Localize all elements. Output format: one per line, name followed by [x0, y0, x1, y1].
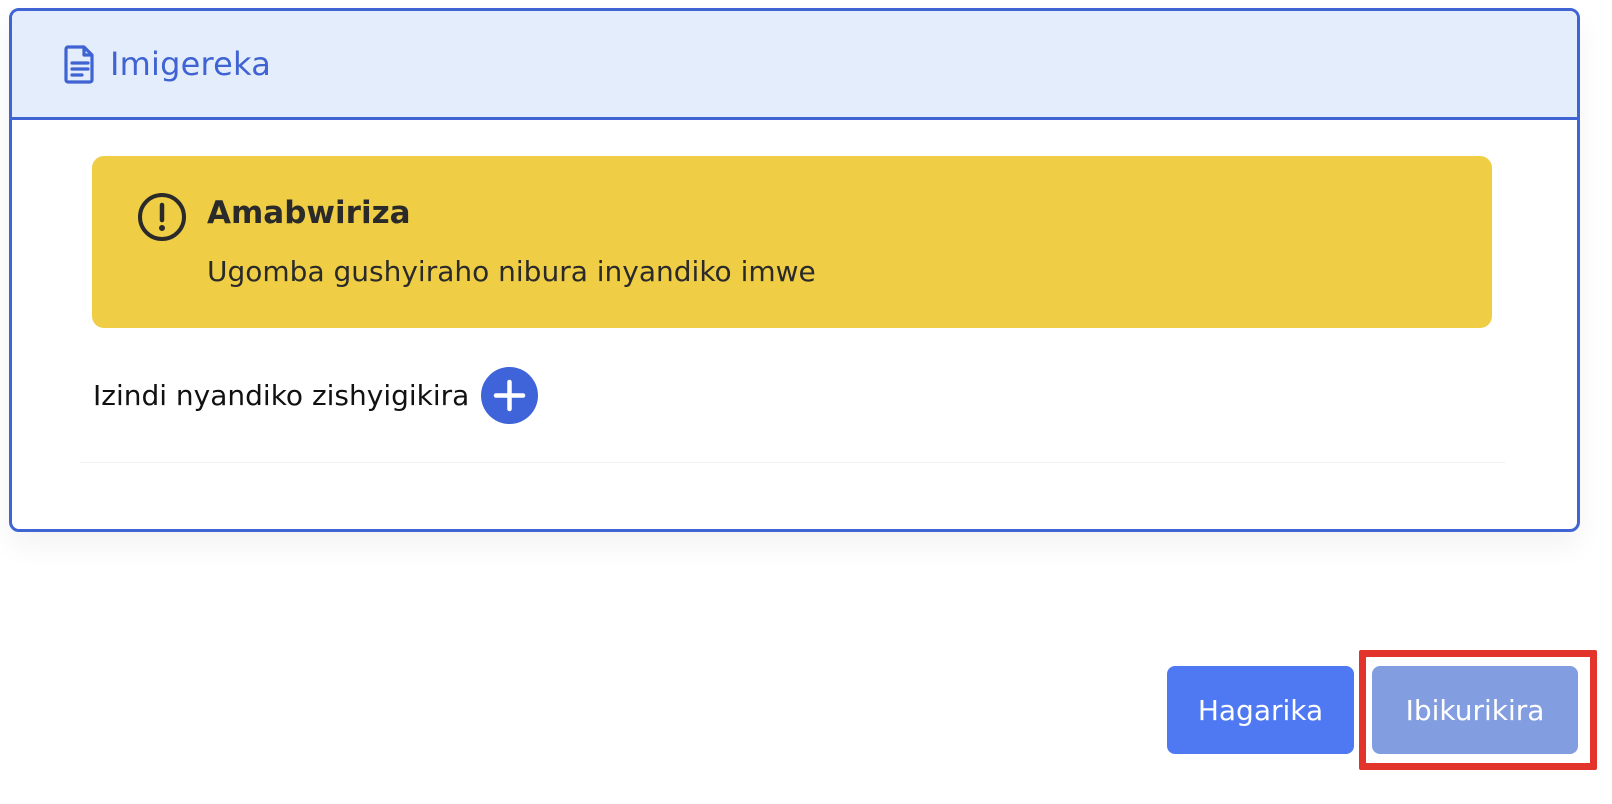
next-button[interactable]: Ibikurikira: [1372, 666, 1578, 754]
alert-title: Amabwiriza: [207, 195, 411, 231]
attachments-panel: Imigereka Amabwiriza Ugomba gushyiraho n…: [9, 8, 1580, 532]
instructions-alert: Amabwiriza Ugomba gushyiraho nibura inya…: [92, 156, 1492, 328]
panel-title: Imigereka: [110, 45, 272, 83]
supporting-documents-row: Izindi nyandiko zishyigikira: [93, 367, 539, 424]
cancel-button[interactable]: Hagarika: [1167, 666, 1354, 754]
section-divider: [80, 462, 1505, 463]
add-document-button[interactable]: [481, 367, 539, 424]
page: Imigereka Amabwiriza Ugomba gushyiraho n…: [0, 0, 1612, 804]
document-icon: [62, 43, 98, 85]
warning-circle-icon: [136, 191, 188, 243]
plus-circle-icon: [494, 379, 526, 412]
supporting-documents-label: Izindi nyandiko zishyigikira: [93, 379, 470, 412]
alert-message: Ugomba gushyiraho nibura inyandiko imwe: [207, 255, 816, 288]
panel-header: Imigereka: [12, 11, 1577, 120]
